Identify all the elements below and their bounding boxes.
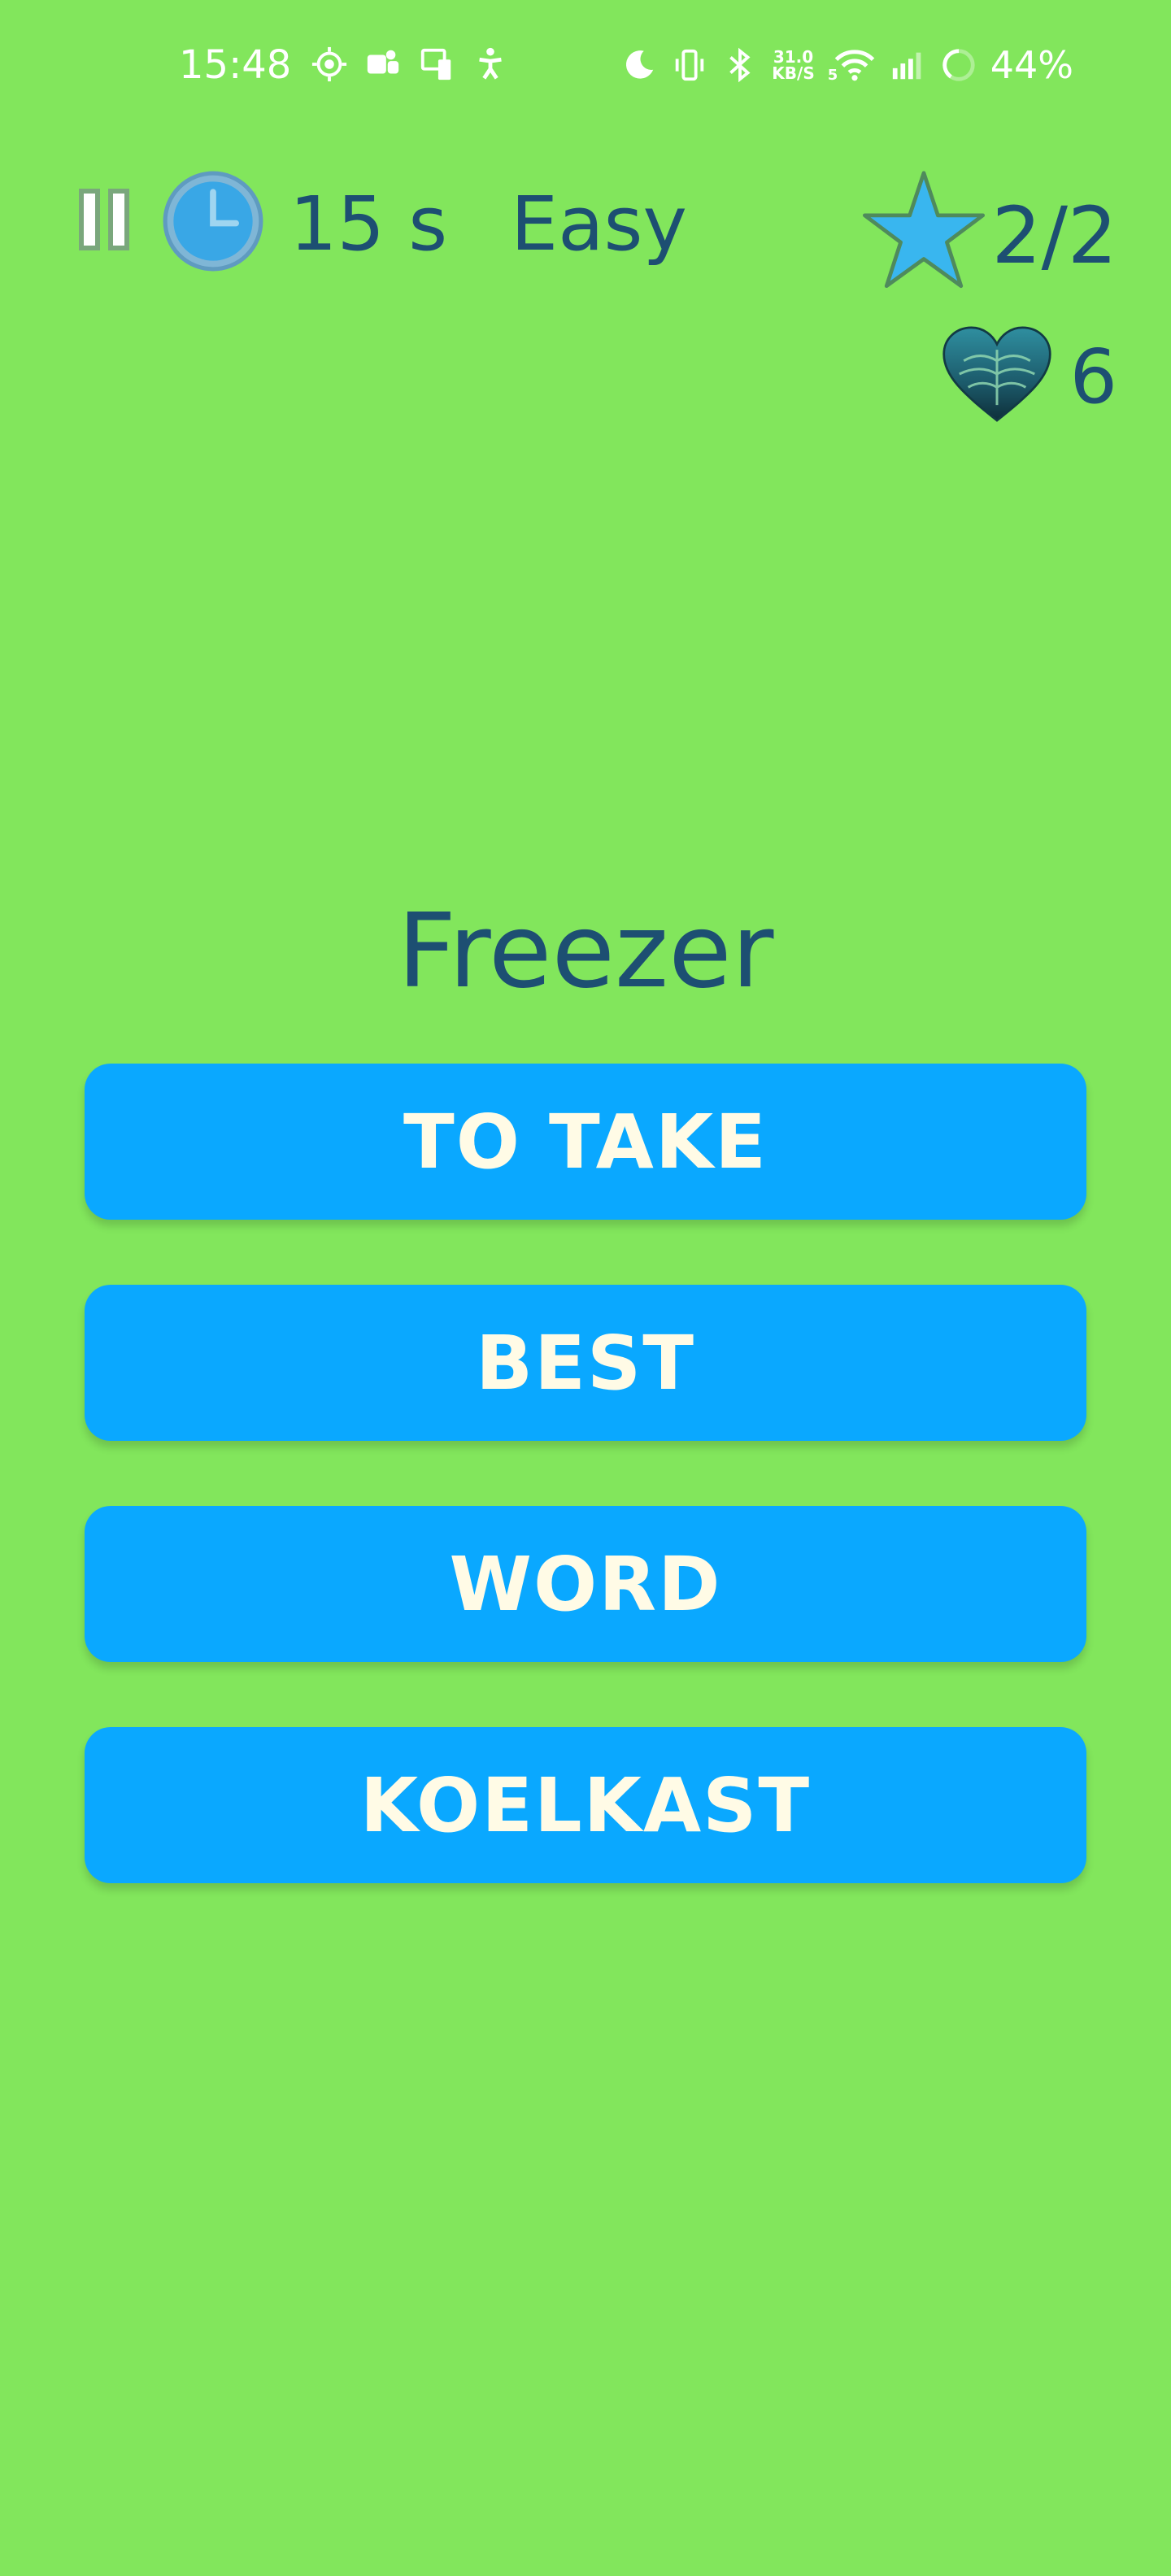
moon-icon <box>626 50 654 79</box>
clock-icon <box>163 171 263 272</box>
star-icon <box>862 171 985 289</box>
signal-icon <box>892 52 921 80</box>
timer-value: 15 s <box>289 181 448 268</box>
net-speed: 31.0 KB/S <box>772 49 814 81</box>
wifi-indicator: 5 <box>828 46 877 84</box>
phone-link-icon <box>420 48 451 80</box>
net-speed-value: 31.0 <box>773 47 814 67</box>
bluetooth-icon <box>729 47 751 83</box>
status-time: 15:48 <box>179 42 292 88</box>
settings-gear-icon <box>311 46 347 82</box>
wifi-icon <box>834 50 875 81</box>
answer-list: TO TAKE BEST WORD KOELKAST <box>85 1064 1086 1948</box>
game-header: 15 s Easy 2/2 6 <box>0 154 1171 422</box>
answer-button-4[interactable]: KOELKAST <box>85 1727 1086 1883</box>
pause-icon-bar-right <box>108 189 129 250</box>
difficulty-label: Easy <box>511 181 687 268</box>
answer-button-1[interactable]: TO TAKE <box>85 1064 1086 1220</box>
answer-button-2[interactable]: BEST <box>85 1285 1086 1441</box>
teams-icon <box>367 50 399 74</box>
vibrate-icon <box>676 49 704 81</box>
heart-icon <box>942 326 1051 422</box>
net-speed-unit: KB/S <box>772 63 815 83</box>
battery-percent: 44% <box>990 43 1073 87</box>
accessibility-icon <box>479 47 502 80</box>
question-word: Freezer <box>397 891 774 1011</box>
pause-icon-bar-left <box>79 189 100 250</box>
pause-button[interactable] <box>72 189 137 257</box>
answer-button-3[interactable]: WORD <box>85 1506 1086 1662</box>
status-icons-right: 31.0 KB/S 5 44% <box>620 42 1073 88</box>
status-icons-left <box>311 46 509 83</box>
score-value: 2/2 <box>991 190 1118 281</box>
battery-ring-icon <box>942 49 975 81</box>
status-bar: 15:48 31.0 KB/S 5 44% <box>0 0 1171 130</box>
wifi-badge: 5 <box>827 67 838 84</box>
lives-value: 6 <box>1069 333 1117 420</box>
